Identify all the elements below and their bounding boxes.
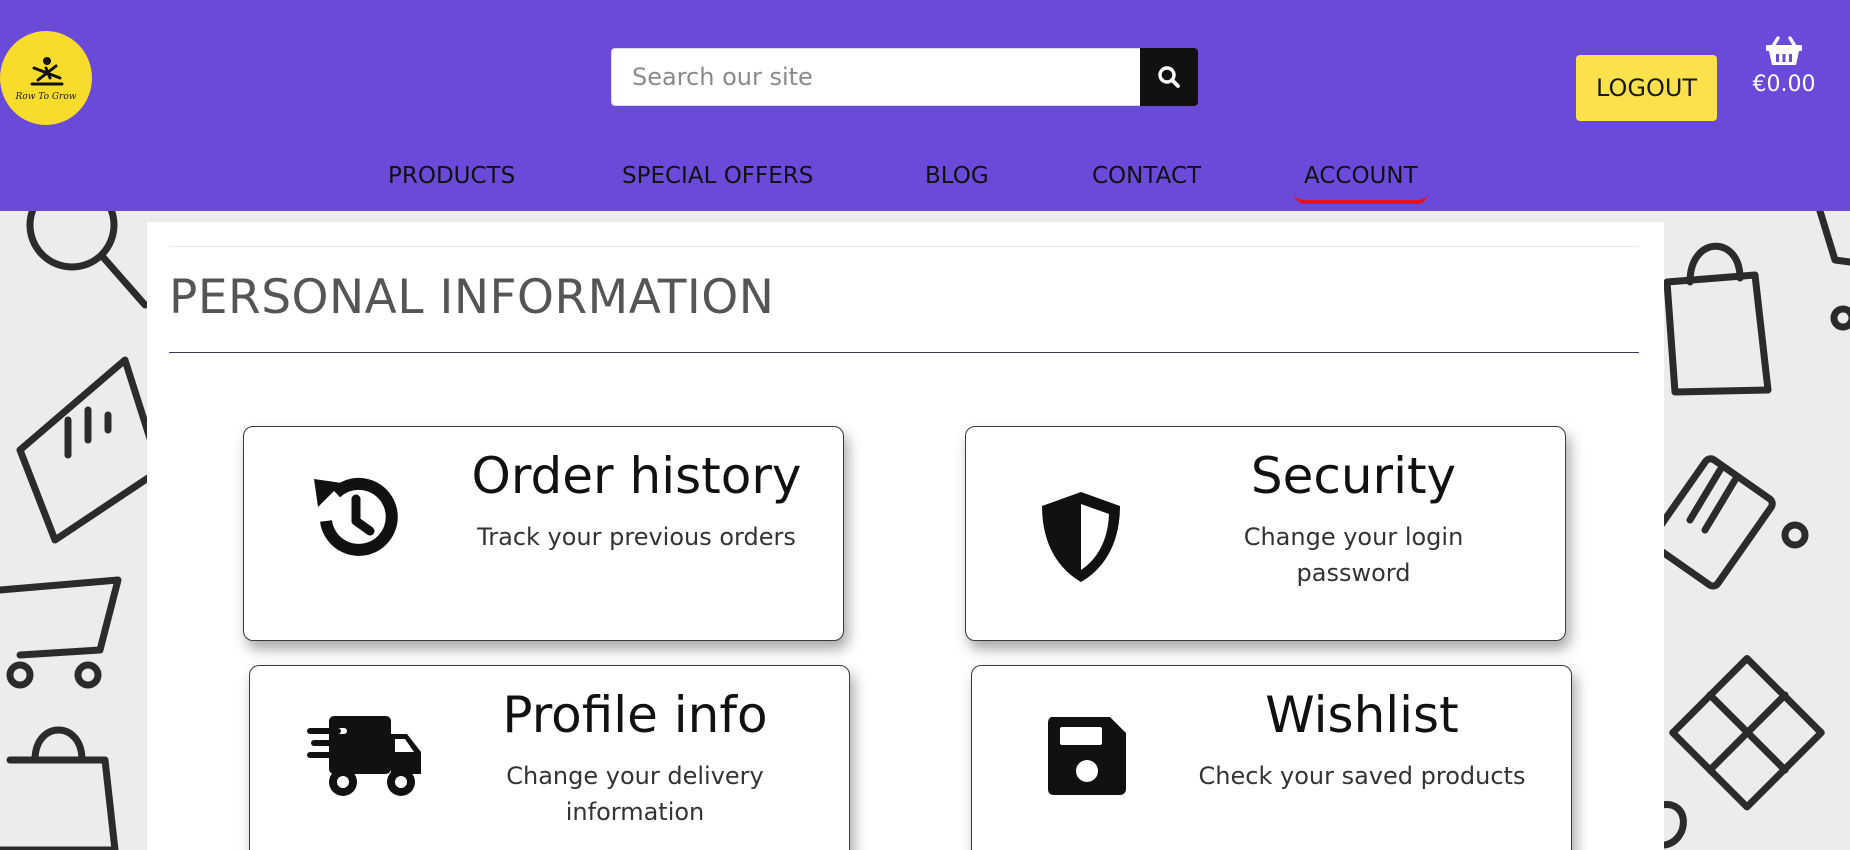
basket-icon: [1766, 36, 1802, 65]
nav-item-special-offers[interactable]: SPECIAL OFFERS: [622, 158, 813, 194]
cart-total: €0.00: [1752, 72, 1816, 97]
card-title: Wishlist: [1265, 686, 1459, 744]
card-security[interactable]: Security Change your login password: [965, 426, 1566, 641]
card-title: Order history: [471, 447, 802, 505]
truck-icon: [300, 691, 430, 821]
account-panel: PERSONAL INFORMATION Order history Track…: [147, 222, 1664, 850]
page-title: PERSONAL INFORMATION: [169, 270, 775, 325]
nav-item-contact[interactable]: CONTACT: [1092, 158, 1201, 194]
nav-item-blog[interactable]: BLOG: [925, 158, 989, 194]
shield-icon: [1016, 472, 1146, 602]
main-nav: PRODUCTS SPECIAL OFFERS BLOG CONTACT ACC…: [0, 150, 1850, 204]
search-icon: [1158, 66, 1180, 88]
card-desc: Change your delivery information: [506, 762, 764, 826]
site-logo[interactable]: Row To Grow: [0, 31, 92, 125]
logout-button[interactable]: LOGOUT: [1576, 55, 1717, 121]
search-form: [611, 48, 1198, 106]
nav-item-products[interactable]: PRODUCTS: [388, 158, 515, 194]
card-order-history[interactable]: Order history Track your previous orders: [243, 426, 844, 641]
card-desc: Change your login password: [1243, 523, 1464, 587]
history-icon: [289, 452, 419, 582]
floppy-disk-icon: [1022, 691, 1152, 821]
card-title: Profile info: [502, 686, 768, 744]
card-desc: Track your previous orders: [477, 523, 796, 551]
rower-icon: [30, 57, 64, 86]
logo-text: Row To Grow: [15, 92, 77, 102]
divider: [169, 246, 1639, 247]
search-button[interactable]: [1140, 48, 1198, 106]
card-profile-info[interactable]: Profile info Change your delivery inform…: [249, 665, 850, 850]
card-title: Security: [1250, 447, 1457, 505]
card-wishlist[interactable]: Wishlist Check your saved products: [971, 665, 1572, 850]
title-divider: [169, 352, 1639, 353]
nav-item-account[interactable]: ACCOUNT: [1294, 158, 1428, 204]
search-input[interactable]: [611, 48, 1140, 106]
cart-button[interactable]: €0.00: [1745, 34, 1823, 104]
card-desc: Check your saved products: [1198, 762, 1526, 790]
site-header: Row To Grow LOGOUT €0.00 PRODUCTS SPECIA…: [0, 0, 1850, 211]
